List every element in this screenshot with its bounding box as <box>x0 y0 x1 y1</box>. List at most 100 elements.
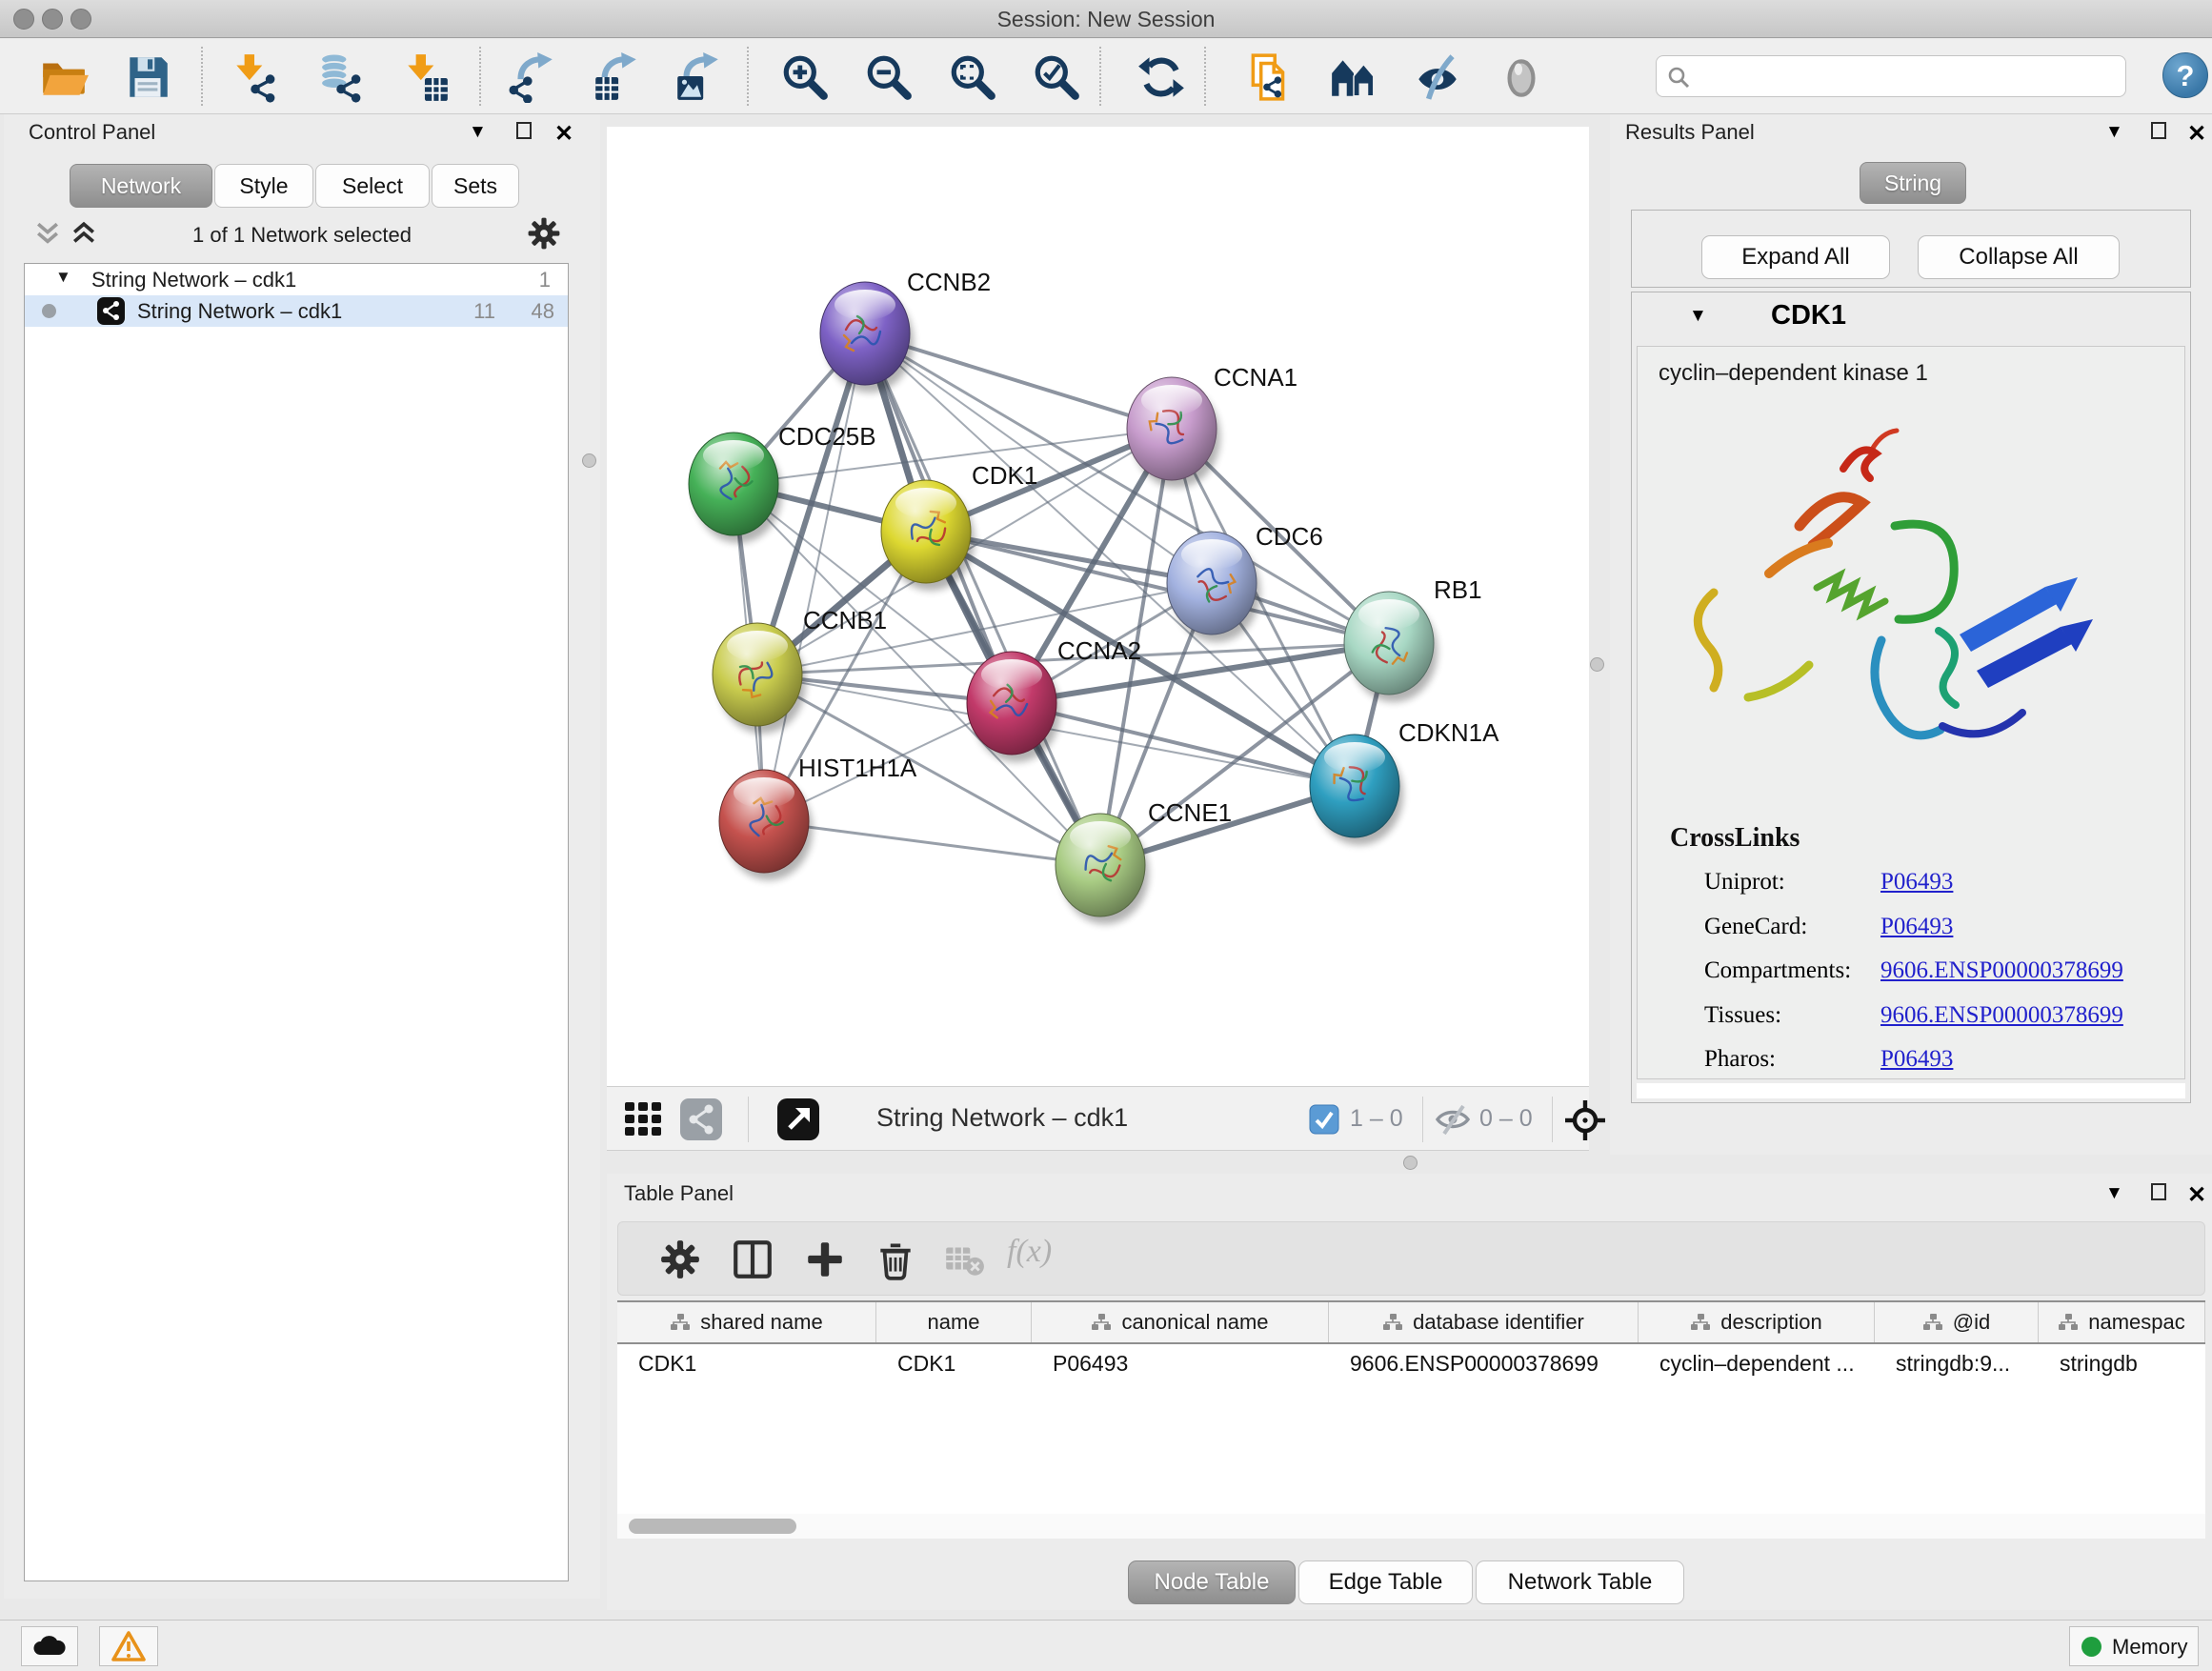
crosslink-genecard-link[interactable]: P06493 <box>1880 914 1953 940</box>
zoom-in-icon[interactable] <box>779 51 831 103</box>
table-cell[interactable]: cyclin–dependent ... <box>1639 1344 1875 1382</box>
network-row[interactable]: String Network – cdk1 11 48 <box>25 295 568 327</box>
open-session-icon[interactable] <box>38 51 90 103</box>
column-header-shared-name[interactable]: shared name <box>617 1302 876 1342</box>
grid-view-icon[interactable] <box>623 1100 663 1143</box>
column-header-canonical-name[interactable]: canonical name <box>1032 1302 1329 1342</box>
tab-edge-table[interactable]: Edge Table <box>1298 1560 1473 1604</box>
tab-network[interactable]: Network <box>70 164 212 208</box>
tab-string[interactable]: String <box>1860 162 1966 204</box>
tab-node-table[interactable]: Node Table <box>1128 1560 1296 1604</box>
create-column-icon[interactable] <box>803 1238 847 1281</box>
table-cell[interactable]: P06493 <box>1032 1344 1329 1382</box>
selected-checkbox-icon[interactable] <box>1309 1104 1339 1139</box>
panel-close-icon[interactable]: ✕ <box>554 120 573 148</box>
scrollbar-thumb[interactable] <box>629 1519 796 1534</box>
network-node-RB1[interactable]: RB1 <box>1344 575 1482 702</box>
network-edge[interactable] <box>865 333 1100 865</box>
tab-sets[interactable]: Sets <box>432 164 519 208</box>
birdseye-crosshair-icon[interactable] <box>1563 1098 1607 1147</box>
panel-float-icon[interactable] <box>2151 122 2166 144</box>
import-network-file-icon[interactable] <box>229 51 280 103</box>
column-header--id[interactable]: @id <box>1875 1302 2039 1342</box>
network-edge[interactable] <box>764 333 865 821</box>
network-edge[interactable] <box>1012 703 1355 786</box>
column-header-database-identifier[interactable]: database identifier <box>1329 1302 1639 1342</box>
zoom-selected-icon[interactable] <box>1031 51 1082 103</box>
network-options-gear-icon[interactable] <box>526 215 562 256</box>
import-network-database-icon[interactable] <box>314 51 366 103</box>
hide-selected-icon[interactable] <box>1412 51 1463 103</box>
panel-float-icon[interactable] <box>516 122 532 144</box>
table-mode-gear-icon[interactable] <box>658 1238 702 1281</box>
tab-style[interactable]: Style <box>214 164 313 208</box>
tab-network-table[interactable]: Network Table <box>1476 1560 1684 1604</box>
table-cell[interactable]: CDK1 <box>617 1344 876 1382</box>
network-node-CCNB2[interactable]: CCNB2 <box>820 268 991 393</box>
cloud-button[interactable] <box>21 1626 78 1666</box>
help-icon[interactable]: ? <box>2162 52 2208 98</box>
detach-view-icon[interactable] <box>777 1098 819 1140</box>
import-table-icon[interactable] <box>400 51 452 103</box>
network-node-CDC6[interactable]: CDC6 <box>1167 522 1323 642</box>
network-collection-row[interactable]: ▼ String Network – cdk1 1 <box>25 264 568 295</box>
show-all-icon[interactable] <box>1496 51 1547 103</box>
collection-caret-icon[interactable]: ▼ <box>55 268 71 287</box>
export-table-icon[interactable] <box>591 51 642 103</box>
crosslink-pharos-link[interactable]: P06493 <box>1880 1046 1953 1073</box>
protein-caret-icon[interactable]: ▼ <box>1689 306 1707 327</box>
toolbar-separator <box>479 47 481 106</box>
hidden-eye-icon[interactable] <box>1434 1102 1472 1141</box>
export-image-icon[interactable] <box>673 51 724 103</box>
panel-menu-icon[interactable]: ▼ <box>2105 1183 2123 1204</box>
network-canvas[interactable]: CCNB2CCNA1CDC25BCDK1CDC6RB1CCNB1CCNA2CDK… <box>607 127 1589 1086</box>
network-graph[interactable]: CCNB2CCNA1CDC25BCDK1CDC6RB1CCNB1CCNA2CDK… <box>607 127 1589 1086</box>
delete-columns-icon[interactable] <box>874 1238 917 1281</box>
panel-close-icon[interactable]: ✕ <box>2187 120 2206 148</box>
show-columns-icon[interactable] <box>731 1238 774 1281</box>
node-label: CCNA1 <box>1214 363 1297 392</box>
network-node-CDK1[interactable]: CDK1 <box>881 461 1037 591</box>
column-header-description[interactable]: description <box>1639 1302 1875 1342</box>
warnings-button[interactable] <box>99 1626 158 1666</box>
table-row[interactable]: CDK1CDK1P064939606.ENSP00000378699cyclin… <box>617 1344 2205 1382</box>
crosslink-label: Uniprot: <box>1704 869 1785 896</box>
panel-float-icon[interactable] <box>2151 1183 2166 1205</box>
new-network-from-selection-icon[interactable] <box>1243 51 1295 103</box>
network-view-type-icon[interactable] <box>680 1098 722 1140</box>
panel-close-icon[interactable]: ✕ <box>2187 1181 2206 1209</box>
crosslink-uniprot-link[interactable]: P06493 <box>1880 869 1953 896</box>
crosslink-tissues-link[interactable]: 9606.ENSP00000378699 <box>1880 1002 2123 1029</box>
search-input[interactable] <box>1699 59 2118 93</box>
protein-description: cyclin–dependent kinase 1 <box>1659 360 1928 387</box>
string-actions-box: Expand All Collapse All <box>1631 210 2191 288</box>
zoom-out-icon[interactable] <box>863 51 915 103</box>
memory-button[interactable]: Memory <box>2069 1626 2199 1666</box>
table-horizontal-scrollbar[interactable] <box>617 1514 2205 1539</box>
network-node-CDC25B[interactable]: CDC25B <box>689 422 876 543</box>
panel-menu-icon[interactable]: ▼ <box>469 122 487 143</box>
column-header-namespac[interactable]: namespac <box>2039 1302 2205 1342</box>
table-cell[interactable]: stringdb:9... <box>1875 1344 2039 1382</box>
expand-all-button[interactable]: Expand All <box>1701 235 1890 279</box>
table-cell[interactable]: stringdb <box>2039 1344 2205 1382</box>
panel-menu-icon[interactable]: ▼ <box>2105 122 2123 143</box>
right-splitter-handle[interactable] <box>1590 657 1604 672</box>
save-session-icon[interactable] <box>122 51 173 103</box>
network-node-HIST1H1A[interactable]: HIST1H1A <box>719 754 917 880</box>
refresh-icon[interactable] <box>1136 51 1187 103</box>
network-node-CDKN1A[interactable]: CDKN1A <box>1310 718 1499 845</box>
zoom-fit-icon[interactable] <box>947 51 998 103</box>
table-cell[interactable]: CDK1 <box>876 1344 1032 1382</box>
network-edge[interactable] <box>764 821 1100 865</box>
tab-select[interactable]: Select <box>315 164 430 208</box>
column-header-name[interactable]: name <box>876 1302 1032 1342</box>
bottom-splitter-handle[interactable] <box>1403 1156 1418 1170</box>
table-cell[interactable]: 9606.ENSP00000378699 <box>1329 1344 1639 1382</box>
first-neighbors-icon[interactable] <box>1328 51 1379 103</box>
crosslink-compartments-link[interactable]: 9606.ENSP00000378699 <box>1880 957 2123 984</box>
left-splitter-handle[interactable] <box>582 453 596 468</box>
network-node-CCNE1[interactable]: CCNE1 <box>1056 798 1232 924</box>
collapse-all-button[interactable]: Collapse All <box>1918 235 2120 279</box>
export-network-icon[interactable] <box>507 51 558 103</box>
